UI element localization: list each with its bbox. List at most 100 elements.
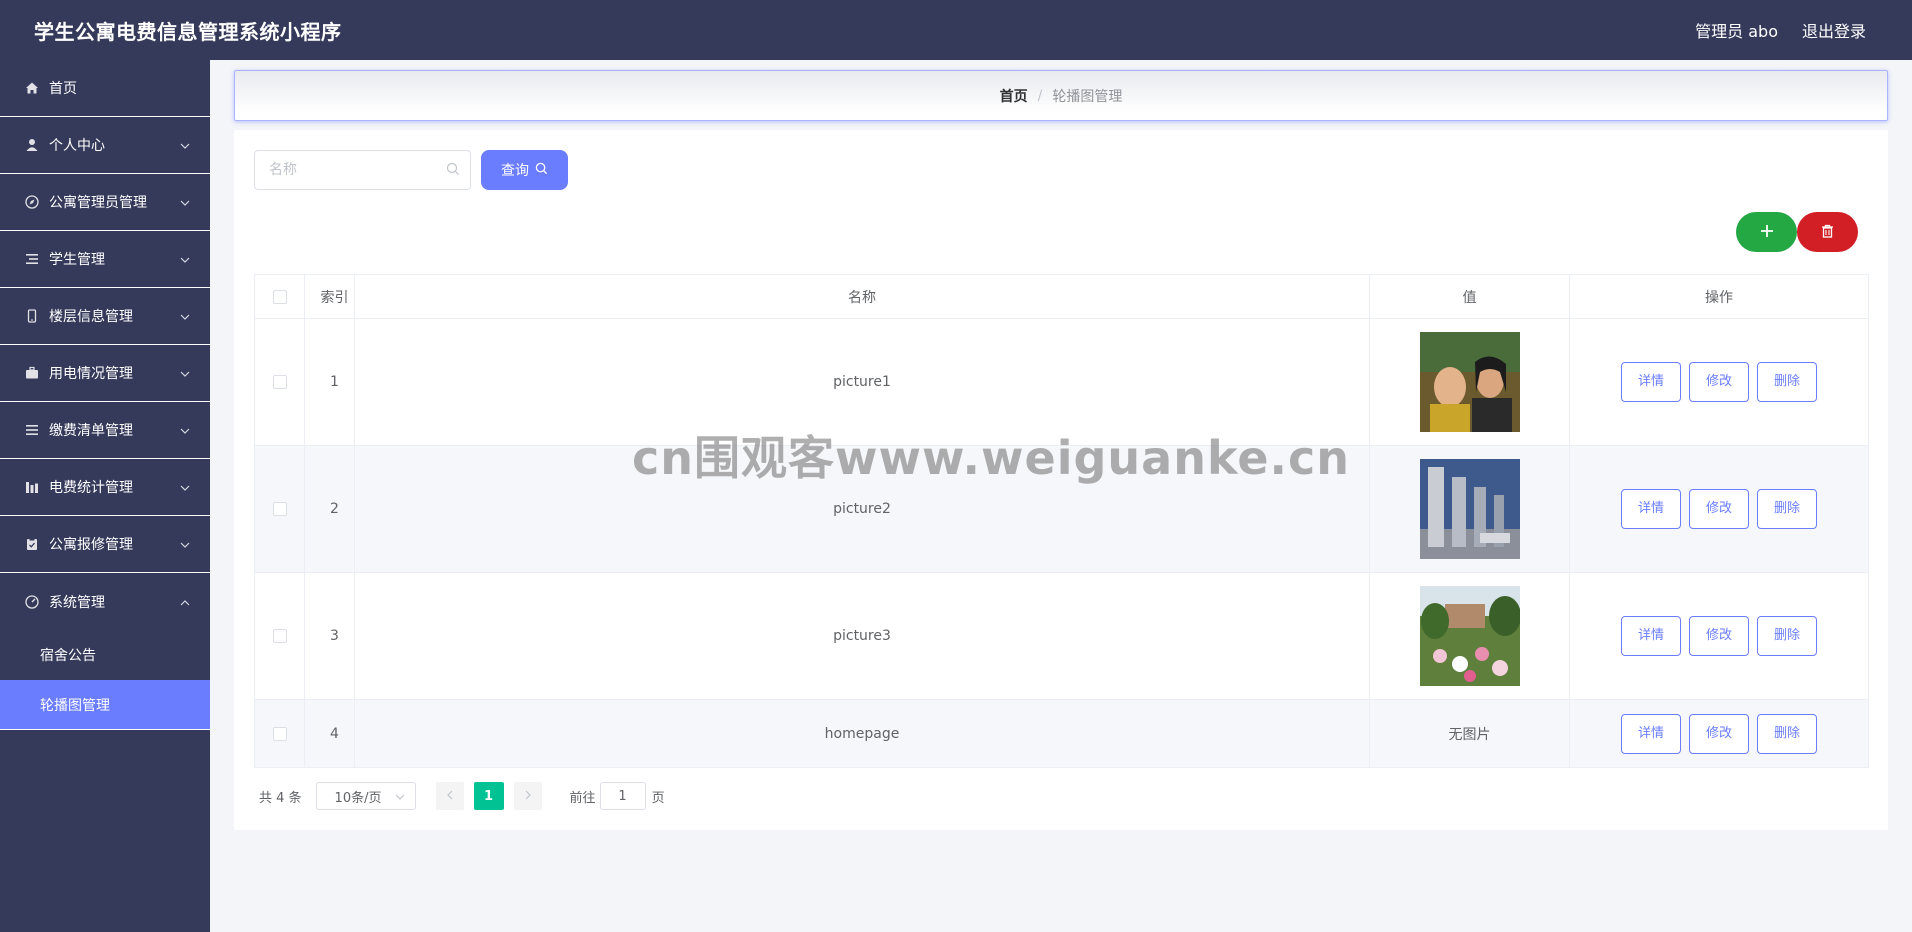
breadcrumb-home[interactable]: 首页 (1000, 86, 1028, 106)
phone-icon (24, 308, 40, 324)
sidebar: 首页 个人中心 公寓管理员管理 学生管理 楼层信息管理 用电情况管理 缴费清单管… (0, 60, 210, 932)
app-title: 学生公寓电费信息管理系统小程序 (34, 19, 342, 44)
add-button[interactable] (1736, 212, 1797, 252)
sidebar-item-label: 公寓报修管理 (49, 537, 133, 553)
header-value: 值 (1369, 274, 1570, 319)
sidebar-item-label: 系统管理 (49, 594, 105, 611)
detail-button[interactable]: 详情 (1621, 713, 1681, 754)
row-index: 4 (304, 699, 355, 768)
trash-icon (1821, 224, 1834, 241)
pagination: 共 4 条 10条/页 1 前往 页 (259, 782, 665, 810)
detail-button[interactable]: 详情 (1621, 362, 1681, 402)
chevron-down-icon (180, 422, 190, 438)
pagination-total: 共 4 条 (259, 790, 302, 806)
search-input[interactable] (254, 150, 471, 190)
sidebar-item-fee-statistics[interactable]: 电费统计管理 (0, 459, 210, 516)
chevron-right-icon (525, 789, 531, 804)
chevron-down-icon (180, 194, 190, 210)
table-header-row: 索引 名称 值 操作 (254, 274, 1869, 319)
chevron-up-icon (180, 594, 190, 610)
row-checkbox[interactable] (272, 629, 287, 643)
select-all-checkbox[interactable] (272, 289, 287, 304)
sidebar-item-label: 公寓管理员管理 (49, 195, 147, 211)
chevron-down-icon (180, 536, 190, 552)
briefcase-icon (24, 365, 40, 381)
prev-page-button[interactable] (435, 782, 464, 810)
delete-button[interactable]: 删除 (1757, 489, 1817, 529)
sidebar-subitem-carousel[interactable]: 轮播图管理 (0, 680, 210, 730)
sidebar-item-label: 用电情况管理 (49, 366, 133, 382)
sidebar-item-label: 楼层信息管理 (49, 309, 133, 325)
page-size-value: 10条/页 (334, 790, 382, 806)
top-bar: 学生公寓电费信息管理系统小程序 管理员 abo 退出登录 (0, 0, 1912, 60)
table-row: 2 picture2 详情 修改 删除 (254, 445, 1869, 573)
search-icon (535, 162, 548, 179)
table-row: 3 picture3 详情 修改 删除 (254, 572, 1869, 700)
row-thumbnail[interactable] (1419, 332, 1520, 432)
chevron-down-icon (180, 251, 190, 267)
sidebar-item-apartment-admins[interactable]: 公寓管理员管理 (0, 174, 210, 231)
row-checkbox[interactable] (272, 502, 287, 516)
edit-button[interactable]: 修改 (1689, 362, 1749, 402)
page-size-select[interactable]: 10条/页 (315, 782, 416, 810)
sidebar-item-floor-info[interactable]: 楼层信息管理 (0, 288, 210, 345)
breadcrumb-current: 轮播图管理 (1052, 88, 1123, 105)
delete-button[interactable]: 删除 (1757, 362, 1817, 402)
logout-link[interactable]: 退出登录 (1802, 18, 1866, 42)
gauge-icon (24, 594, 40, 610)
sidebar-item-personal-center[interactable]: 个人中心 (0, 117, 210, 174)
chevron-left-icon (446, 789, 453, 804)
detail-button[interactable]: 详情 (1621, 489, 1681, 529)
page-suffix: 页 (651, 790, 665, 806)
sidebar-item-home[interactable]: 首页 (0, 60, 210, 117)
sidebar-subitem-dorm-notice[interactable]: 宿舍公告 (0, 630, 210, 680)
header-name: 名称 (354, 274, 1370, 319)
table-row: 4 homepage 无图片 详情 修改 删除 (254, 699, 1869, 768)
user-icon (24, 137, 40, 153)
search-icon (446, 162, 460, 180)
user-area: 管理员 abo 退出登录 (1695, 18, 1866, 42)
row-name: picture3 (354, 572, 1370, 700)
query-button-label: 查询 (501, 163, 529, 179)
next-page-button[interactable] (513, 782, 542, 810)
row-index: 2 (304, 445, 355, 573)
row-name: picture1 (354, 318, 1370, 446)
goto-page-input[interactable] (599, 782, 646, 810)
row-checkbox[interactable] (272, 726, 287, 741)
edit-button[interactable]: 修改 (1689, 489, 1749, 529)
detail-button[interactable]: 详情 (1621, 616, 1681, 656)
sidebar-item-label: 个人中心 (49, 138, 105, 154)
row-value-text: 无图片 (1369, 699, 1570, 768)
page-number-current[interactable]: 1 (473, 782, 504, 810)
row-index: 3 (304, 572, 355, 700)
row-name: homepage (354, 699, 1370, 768)
query-button[interactable]: 查询 (481, 150, 568, 190)
table-row: 1 picture1 详情 修改 删除 (254, 318, 1869, 446)
chevron-down-icon (395, 789, 405, 804)
delete-button[interactable]: 删除 (1757, 616, 1817, 656)
breadcrumb: 首页 / 轮播图管理 (234, 70, 1888, 121)
sidebar-item-students[interactable]: 学生管理 (0, 231, 210, 288)
content-panel: 查询 索引 名称 值 操作 1 picture1 (234, 130, 1888, 830)
sidebar-item-payment-list[interactable]: 缴费清单管理 (0, 402, 210, 459)
breadcrumb-separator: / (1037, 87, 1043, 104)
chevron-down-icon (180, 365, 190, 381)
chevron-down-icon (180, 308, 190, 324)
row-index: 1 (304, 318, 355, 446)
header-actions: 操作 (1569, 274, 1869, 319)
row-thumbnail[interactable] (1419, 459, 1520, 559)
chevron-down-icon (180, 479, 190, 495)
sidebar-item-electricity-usage[interactable]: 用电情况管理 (0, 345, 210, 402)
row-checkbox[interactable] (272, 375, 287, 389)
sidebar-item-system[interactable]: 系统管理 (0, 573, 210, 630)
chevron-down-icon (180, 137, 190, 153)
plus-icon (1760, 224, 1774, 241)
carousel-table: 索引 名称 值 操作 1 picture1 详情 修改 删除 2 picture… (254, 274, 1869, 768)
sidebar-item-repairs[interactable]: 公寓报修管理 (0, 516, 210, 573)
delete-button[interactable]: 删除 (1757, 713, 1817, 754)
edit-button[interactable]: 修改 (1689, 616, 1749, 656)
row-thumbnail[interactable] (1419, 586, 1520, 686)
edit-button[interactable]: 修改 (1689, 713, 1749, 754)
batch-delete-button[interactable] (1797, 212, 1858, 252)
goto-label: 前往 (569, 790, 596, 806)
